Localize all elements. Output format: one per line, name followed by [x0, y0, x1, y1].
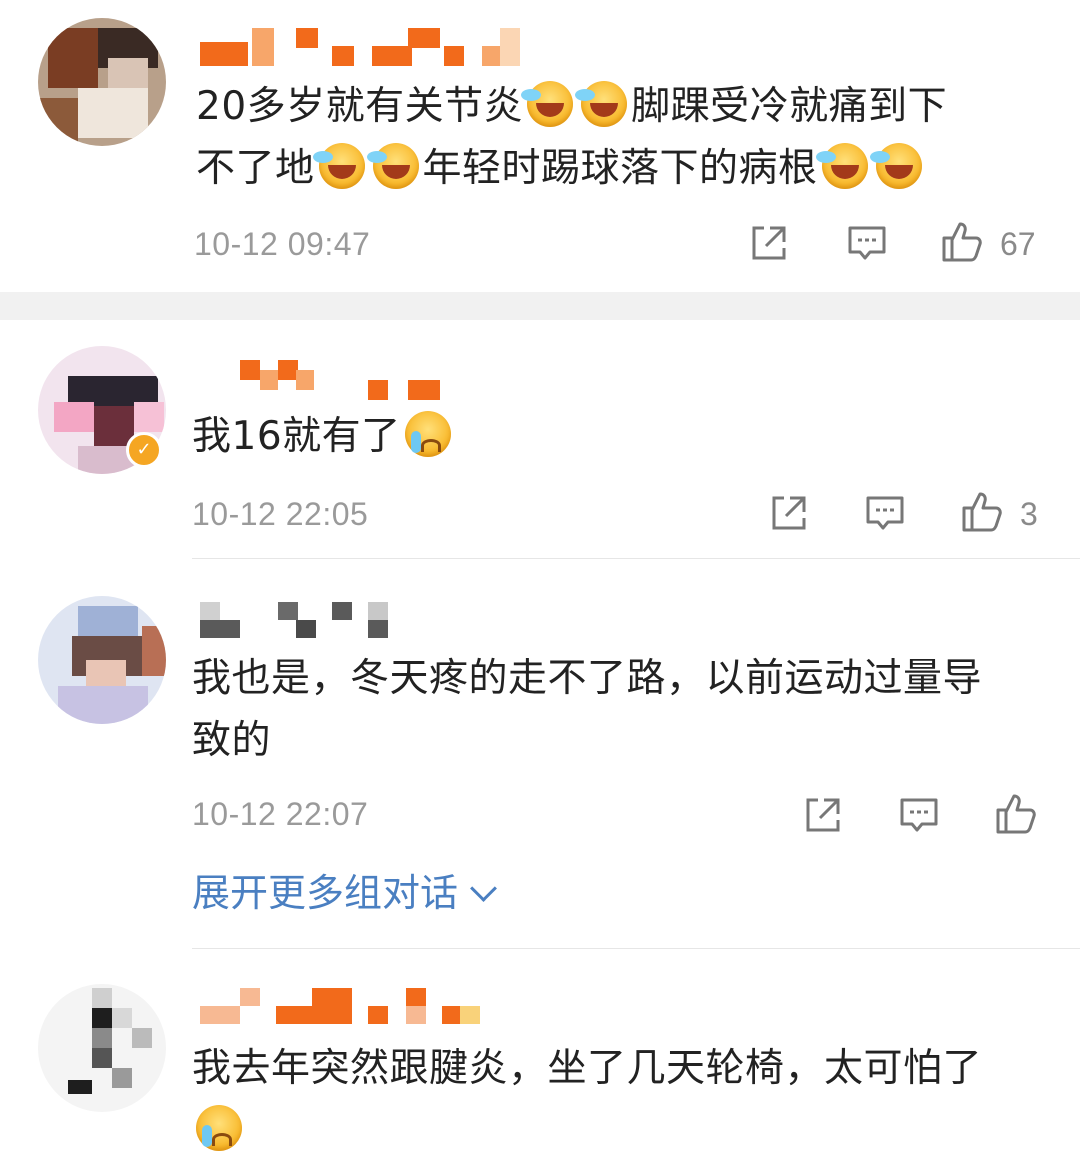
comment-icon: [848, 226, 886, 260]
avatar[interactable]: [38, 984, 166, 1112]
comment-text-part: 年轻时踢球落下的病根: [422, 146, 818, 191]
crying-emoji-icon: [404, 411, 451, 457]
like-count: 67: [1000, 226, 1036, 262]
laugh-cry-emoji-icon: [869, 143, 922, 189]
comment-time: 10-12 22:07: [192, 796, 369, 832]
expand-more-label: 展开更多组对话: [192, 871, 459, 915]
like-button[interactable]: [960, 490, 1004, 534]
expand-more-link[interactable]: 展开更多组对话: [192, 868, 497, 918]
comment-text-part: 致的: [192, 718, 272, 763]
username[interactable]: [200, 598, 390, 644]
comment-icon: [900, 798, 938, 832]
avatar[interactable]: [38, 596, 166, 724]
laugh-cry-emoji-icon: [815, 143, 868, 189]
username[interactable]: [240, 356, 450, 402]
thumbs-up-icon: [942, 222, 982, 262]
laugh-cry-emoji-icon: [575, 81, 628, 127]
reply-button[interactable]: [864, 492, 906, 534]
comment-text-part: 我去年突然跟腱炎，坐了几天轮椅，太可怕了: [192, 1046, 983, 1091]
comment-text: 我16就有了: [192, 406, 1032, 468]
share-icon: [752, 226, 786, 260]
crying-emoji-icon: [196, 1105, 242, 1151]
repost-button[interactable]: [768, 492, 810, 534]
share-icon: [806, 798, 840, 832]
verified-badge-icon: ✓: [126, 432, 162, 468]
divider: [192, 948, 1080, 949]
section-separator: [0, 292, 1080, 320]
laugh-cry-emoji-icon: [366, 143, 419, 189]
reply-button[interactable]: [898, 794, 940, 836]
comment-text-part: 20多岁就有关节炎: [196, 84, 524, 129]
comment-1: 20多岁就有关节炎 脚踝受冷就痛到下 不了地 年轻时踢球落下的病根 10-12 09…: [0, 0, 1080, 292]
thumbs-up-icon: [996, 794, 1036, 834]
username[interactable]: [200, 984, 490, 1030]
comment-text: 我也是，冬天疼的走不了路，以前运动过量导 致的: [192, 648, 1052, 772]
repost-button[interactable]: [748, 222, 790, 264]
comment-4: 我去年突然跟腱炎，坐了几天轮椅，太可怕了: [0, 950, 1080, 1162]
share-icon: [772, 496, 806, 530]
like-button[interactable]: [940, 220, 984, 264]
comment-text-part: 脚踝受冷就痛到下: [631, 84, 948, 129]
comment-text-part: 我也是，冬天疼的走不了路，以前运动过量导: [192, 656, 983, 701]
username[interactable]: [200, 22, 540, 68]
thumbs-up-icon: [962, 492, 1002, 532]
like-count: 3: [1020, 496, 1038, 532]
comment-text: 20多岁就有关节炎 脚踝受冷就痛到下 不了地 年轻时踢球落下的病根: [196, 76, 1036, 200]
comment-text-part: 不了地: [196, 146, 315, 191]
like-button[interactable]: [994, 792, 1038, 836]
repost-button[interactable]: [802, 794, 844, 836]
chevron-down-icon: [470, 875, 497, 902]
comment-time: 10-12 22:05: [192, 496, 369, 532]
avatar[interactable]: [38, 18, 166, 146]
comment-time: 10-12 09:47: [194, 226, 371, 262]
comment-2: ✓ 我16就有了 10-12 22:05 3: [0, 320, 1080, 560]
comment-text: 我去年突然跟腱炎，坐了几天轮椅，太可怕了: [192, 1038, 1062, 1162]
comment-text-part: 我16就有了: [192, 414, 401, 459]
comment-icon: [866, 496, 904, 530]
comment-3: 我也是，冬天疼的走不了路，以前运动过量导 致的 10-12 22:07: [0, 560, 1080, 950]
reply-button[interactable]: [846, 222, 888, 264]
laugh-cry-emoji-icon: [312, 143, 365, 189]
laugh-cry-emoji-icon: [521, 81, 574, 127]
divider: [192, 558, 1080, 559]
